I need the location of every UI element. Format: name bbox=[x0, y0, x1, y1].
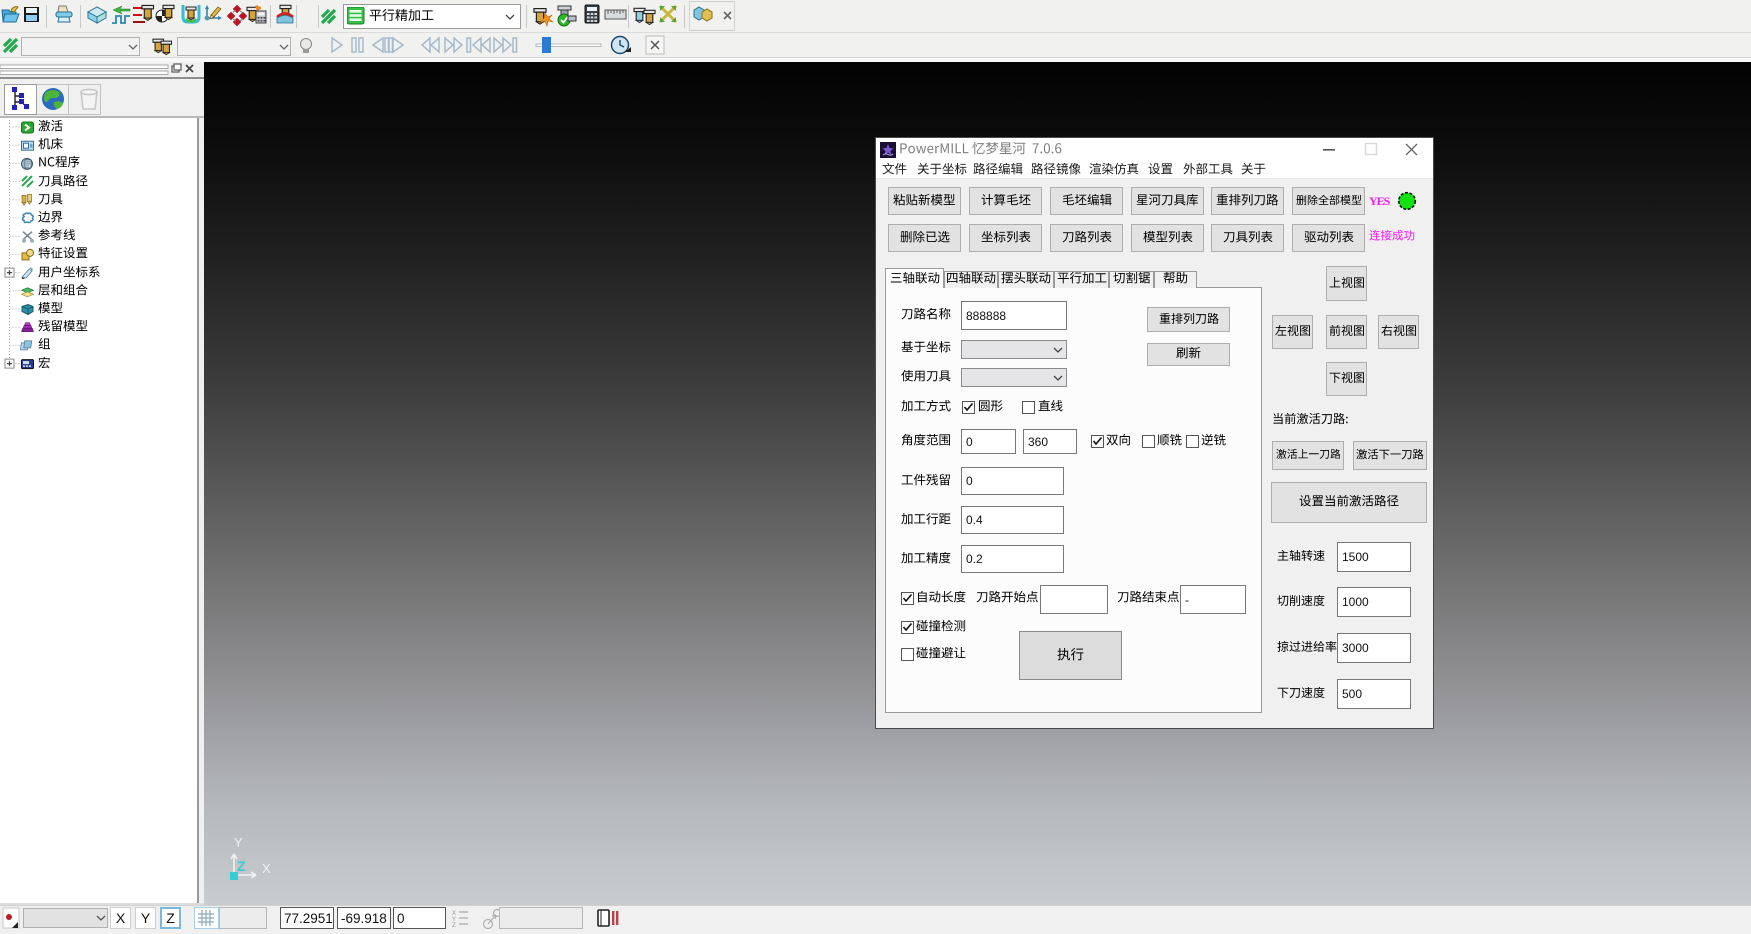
svg-text:Z: Z bbox=[237, 858, 246, 874]
svg-text:Y: Y bbox=[234, 835, 243, 850]
svg-text:Z: Z bbox=[452, 922, 456, 929]
svg-text:X: X bbox=[262, 861, 271, 876]
